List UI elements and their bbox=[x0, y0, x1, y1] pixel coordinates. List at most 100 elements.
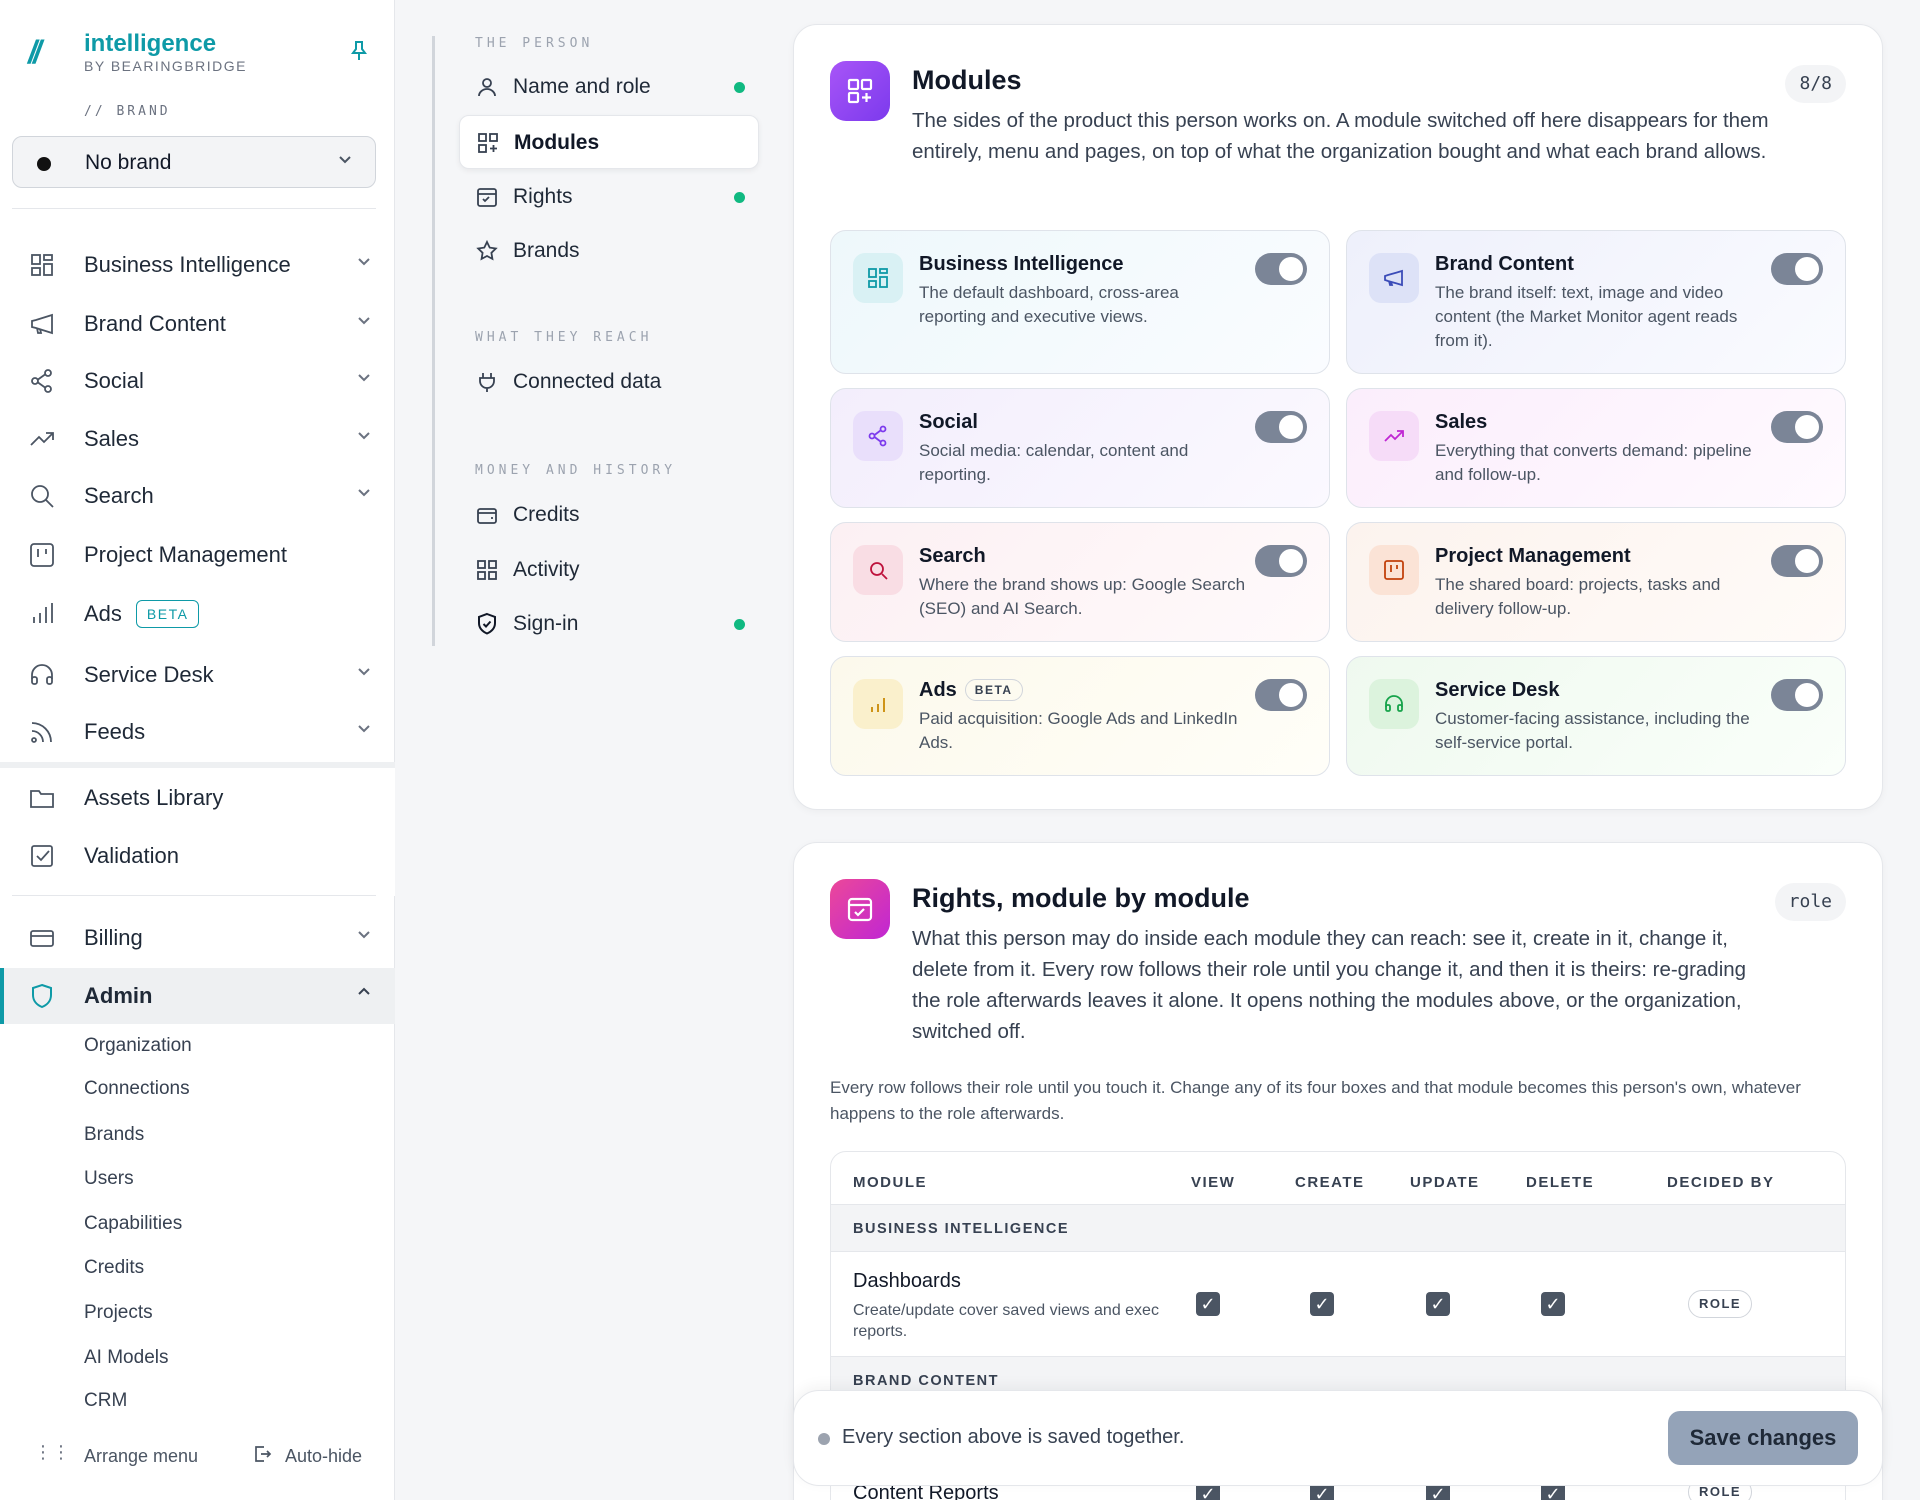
admin-sub-organization[interactable]: Organization bbox=[84, 1035, 192, 1057]
rights-calendar-icon bbox=[475, 185, 499, 209]
section-item-activity[interactable]: Activity bbox=[459, 543, 759, 597]
module-description: The default dashboard, cross-area report… bbox=[919, 283, 1179, 326]
section-item-connected-data[interactable]: Connected data bbox=[459, 355, 759, 409]
checkbox-view[interactable]: ✓ bbox=[1196, 1292, 1220, 1316]
sidebar-item-search[interactable]: Search bbox=[0, 468, 395, 524]
sidebar-item-ads[interactable]: Ads BETA bbox=[0, 585, 395, 641]
divider bbox=[12, 895, 376, 896]
module-name: Business Intelligence bbox=[919, 253, 1124, 275]
group-label: BUSINESS INTELLIGENCE bbox=[853, 1221, 1069, 1237]
sidebar-item-billing[interactable]: Billing bbox=[0, 910, 395, 966]
module-description: Where the brand shows up: Google Search … bbox=[919, 575, 1246, 618]
checkbox-update[interactable]: ✓ bbox=[1426, 1292, 1450, 1316]
save-status-text: Every section above is saved together. bbox=[842, 1426, 1185, 1448]
admin-sub-credits[interactable]: Credits bbox=[84, 1257, 144, 1279]
modules-count-badge: 8/8 bbox=[1785, 65, 1846, 103]
admin-sub-capabilities[interactable]: Capabilities bbox=[84, 1213, 182, 1235]
pin-icon[interactable] bbox=[350, 40, 368, 68]
column-header-module: MODULE bbox=[853, 1174, 927, 1191]
exit-icon bbox=[252, 1444, 272, 1469]
rights-calendar-icon bbox=[830, 879, 890, 939]
sidebar-item-label: Validation bbox=[84, 843, 179, 868]
module-toggle-social[interactable] bbox=[1255, 411, 1307, 443]
checkbox-delete[interactable]: ✓ bbox=[1541, 1292, 1565, 1316]
sidebar-item-project-management[interactable]: Project Management bbox=[0, 527, 395, 583]
section-item-credits[interactable]: Credits bbox=[459, 488, 759, 542]
decided-by-badge: ROLE bbox=[1688, 1290, 1752, 1318]
admin-sub-brands[interactable]: Brands bbox=[84, 1124, 144, 1146]
sidebar-item-service-desk[interactable]: Service Desk bbox=[0, 647, 395, 703]
sidebar-item-business-intelligence[interactable]: Business Intelligence bbox=[0, 237, 395, 293]
logo[interactable]: // intelligence BY BEARINGBRIDGE bbox=[28, 30, 368, 80]
sidebar-item-admin[interactable]: Admin bbox=[0, 968, 395, 1024]
module-name: Service Desk bbox=[1435, 679, 1560, 701]
chevron-down-icon bbox=[357, 254, 371, 271]
column-header-view: VIEW bbox=[1191, 1174, 1236, 1191]
section-item-rights[interactable]: Rights bbox=[459, 170, 759, 224]
modules-description: The sides of the product this person wor… bbox=[912, 109, 1769, 163]
sidebar-item-label: Social bbox=[84, 368, 144, 393]
module-card-social: Social Social media: calendar, content a… bbox=[830, 388, 1330, 508]
module-toggle-sales[interactable] bbox=[1771, 411, 1823, 443]
section-item-modules[interactable]: Modules bbox=[459, 115, 759, 169]
sidebar-item-brand-content[interactable]: Brand Content bbox=[0, 296, 395, 352]
folder-icon bbox=[28, 784, 56, 812]
module-name: Brand Content bbox=[1435, 253, 1574, 275]
chevron-down-icon bbox=[357, 370, 371, 387]
module-description: The shared board: projects, tasks and de… bbox=[1435, 575, 1721, 618]
chevron-down-icon bbox=[337, 151, 353, 172]
admin-sub-users[interactable]: Users bbox=[84, 1168, 134, 1190]
module-toggle-project-management[interactable] bbox=[1771, 545, 1823, 577]
sidebar-item-social[interactable]: Social bbox=[0, 353, 395, 409]
module-card-search: Search Where the brand shows up: Google … bbox=[830, 522, 1330, 642]
admin-sub-crm[interactable]: CRM bbox=[84, 1390, 127, 1412]
sidebar-item-sales[interactable]: Sales bbox=[0, 411, 395, 467]
column-header-create: CREATE bbox=[1295, 1174, 1365, 1191]
section-heading-person: THE PERSON bbox=[475, 36, 594, 51]
group-label: BRAND CONTENT bbox=[853, 1373, 999, 1389]
admin-sub-ai-models[interactable]: AI Models bbox=[84, 1347, 168, 1369]
wallet-icon bbox=[475, 503, 499, 527]
table-group-header: BUSINESS INTELLIGENCE bbox=[831, 1204, 1845, 1252]
section-item-brands[interactable]: Brands bbox=[459, 224, 759, 278]
module-description: Paid acquisition: Google Ads and LinkedI… bbox=[919, 709, 1238, 752]
arrange-menu-button[interactable]: Arrange menu bbox=[84, 1446, 198, 1467]
person-icon bbox=[475, 75, 499, 99]
row-description: Create/update cover saved views and exec… bbox=[853, 1302, 1159, 1340]
chevron-down-icon bbox=[357, 664, 371, 681]
sidebar-item-label: Billing bbox=[84, 925, 143, 950]
module-description: Customer-facing assistance, including th… bbox=[1435, 709, 1750, 752]
brand-label: // BRAND bbox=[84, 104, 171, 119]
brand-select[interactable]: No brand bbox=[12, 136, 376, 188]
module-toggle-search[interactable] bbox=[1255, 545, 1307, 577]
chevron-down-icon bbox=[357, 485, 371, 502]
admin-sub-connections[interactable]: Connections bbox=[84, 1078, 190, 1100]
modules-card: Modules 8/8 The sides of the product thi… bbox=[793, 24, 1883, 810]
module-toggle-service-desk[interactable] bbox=[1771, 679, 1823, 711]
chevron-down-icon bbox=[357, 721, 371, 738]
headset-icon bbox=[1369, 679, 1419, 729]
module-toggle-brand-content[interactable] bbox=[1771, 253, 1823, 285]
section-item-sign-in[interactable]: Sign-in bbox=[459, 597, 759, 651]
card-icon bbox=[28, 924, 56, 952]
status-dot bbox=[734, 192, 745, 203]
trend-up-icon bbox=[28, 425, 56, 453]
auto-hide-button[interactable]: Auto-hide bbox=[285, 1446, 362, 1467]
module-card-brand-content: Brand Content The brand itself: text, im… bbox=[1346, 230, 1846, 374]
sidebar-item-label: Admin bbox=[84, 983, 153, 1008]
module-card-project-management: Project Management The shared board: pro… bbox=[1346, 522, 1846, 642]
module-toggle-business-intelligence[interactable] bbox=[1255, 253, 1307, 285]
module-card-sales: Sales Everything that converts demand: p… bbox=[1346, 388, 1846, 508]
sidebar-item-assets-library[interactable]: Assets Library bbox=[0, 770, 395, 826]
admin-sub-projects[interactable]: Projects bbox=[84, 1302, 153, 1324]
row-name-dashboards: Dashboards bbox=[853, 1270, 961, 1292]
beta-badge: BETA bbox=[135, 600, 200, 628]
section-item-name-and-role[interactable]: Name and role bbox=[459, 60, 759, 114]
sidebar-item-feeds[interactable]: Feeds bbox=[0, 704, 395, 760]
checkbox-create[interactable]: ✓ bbox=[1310, 1292, 1334, 1316]
status-dot bbox=[734, 619, 745, 630]
sidebar-item-label: Feeds bbox=[84, 719, 146, 744]
sidebar-item-validation[interactable]: Validation bbox=[0, 828, 395, 884]
module-toggle-ads[interactable] bbox=[1255, 679, 1307, 711]
save-changes-button[interactable]: Save changes bbox=[1668, 1411, 1858, 1465]
